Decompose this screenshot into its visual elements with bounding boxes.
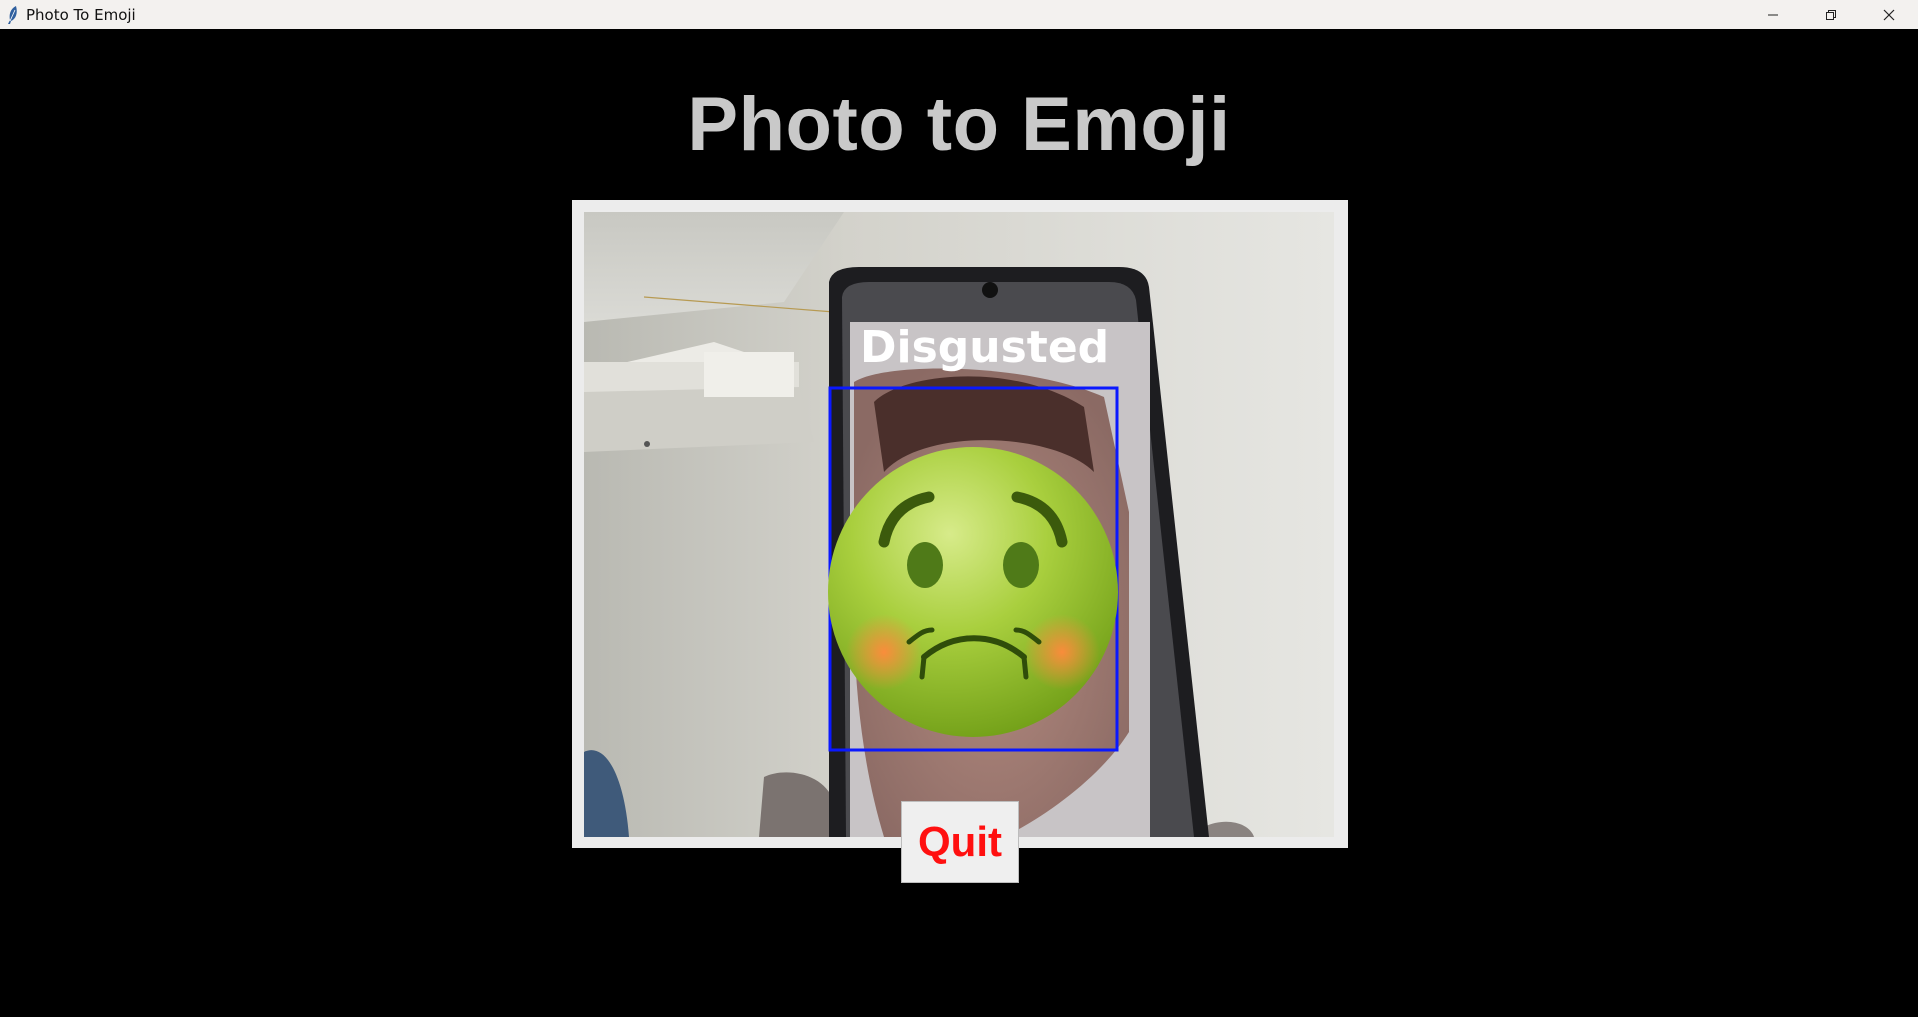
window-titlebar: Photo To Emoji: [0, 0, 1918, 29]
window-controls: [1744, 0, 1918, 29]
feather-icon: [0, 0, 26, 29]
camera-image: Disgusted: [584, 212, 1334, 837]
restore-icon: [1826, 9, 1836, 20]
window-title: Photo To Emoji: [26, 5, 136, 24]
quit-button[interactable]: Quit: [901, 801, 1019, 883]
emotion-label: Disgusted: [860, 322, 1109, 373]
close-button[interactable]: [1860, 0, 1918, 29]
camera-view: Disgusted: [584, 212, 1334, 837]
page-title: Photo to Emoji: [687, 82, 1231, 167]
restore-button[interactable]: [1802, 0, 1860, 29]
minimize-icon: [1768, 14, 1778, 15]
camera-frame: Disgusted: [572, 200, 1348, 848]
close-icon: [1883, 9, 1895, 20]
nauseated-face-icon: [828, 447, 1118, 737]
minimize-button[interactable]: [1744, 0, 1802, 29]
